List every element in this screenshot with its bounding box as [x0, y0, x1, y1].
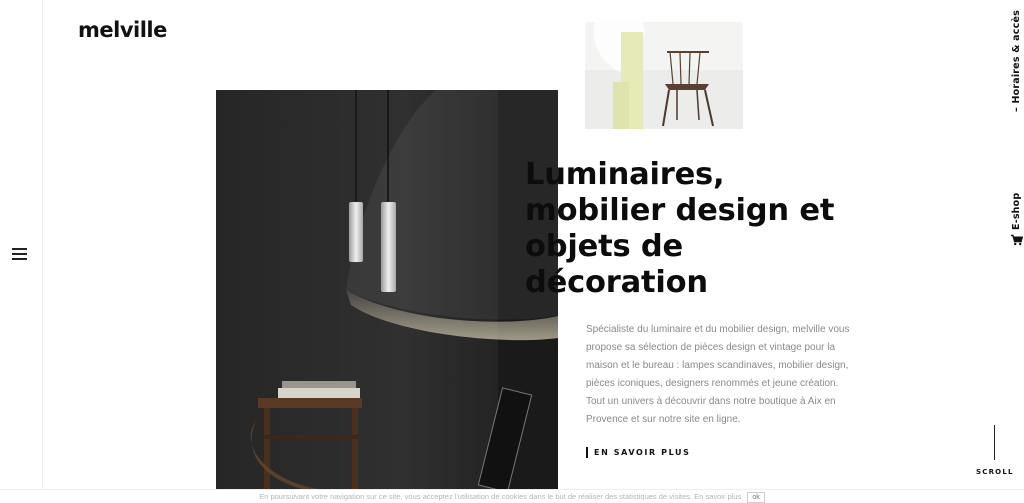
- hamburger-menu-icon[interactable]: [12, 248, 27, 260]
- hero-headline: Luminaires, mobilier design et objets de…: [525, 157, 865, 301]
- cta-accent-bar: [586, 446, 588, 458]
- scroll-label[interactable]: SCROLL: [976, 468, 1014, 476]
- headline-line: Luminaires,: [525, 157, 725, 192]
- hours-access-link[interactable]: – Horaires & accès: [1011, 10, 1022, 112]
- scroll-indicator-line: [994, 425, 995, 460]
- learn-more-label: EN SAVOIR PLUS: [594, 447, 691, 457]
- chair-thumbnail-image[interactable]: [585, 22, 743, 129]
- brand-logo[interactable]: melville: [78, 18, 167, 42]
- hero-description: Spécialiste du luminaire et du mobilier …: [586, 324, 850, 425]
- cookie-text: En poursuivant votre navigation sur ce s…: [259, 492, 693, 501]
- hero-image-graphic: [216, 90, 558, 490]
- thumbnail-graphic: [585, 22, 743, 129]
- headline-line: mobilier design et: [525, 193, 835, 228]
- headline-line: décoration: [525, 265, 708, 300]
- shopping-cart-icon[interactable]: [1010, 234, 1023, 246]
- logo-text: melville: [78, 18, 167, 42]
- cookie-learn-more-link[interactable]: En savoir plus: [694, 492, 741, 501]
- eshop-link[interactable]: E-shop: [1011, 185, 1022, 230]
- cookie-consent-bar: En poursuivant votre navigation sur ce s…: [0, 489, 1024, 503]
- hero-product-image: [216, 90, 558, 490]
- headline-line: objets de: [525, 229, 683, 264]
- cookie-ok-button[interactable]: ok: [747, 492, 765, 503]
- left-rail: [0, 0, 43, 490]
- learn-more-link[interactable]: EN SAVOIR PLUS: [586, 446, 690, 458]
